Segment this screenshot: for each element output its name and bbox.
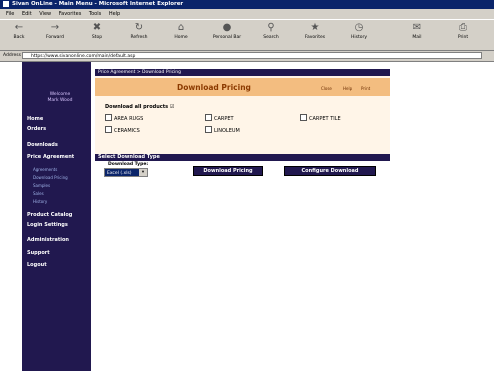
breadcrumb: Price Agreement > Download Pricing	[95, 69, 390, 76]
home-icon: ⌂	[177, 22, 185, 33]
ie-logo-icon	[3, 1, 9, 7]
download-type-value: Excel (.xls)	[107, 171, 132, 176]
download-all-products-label: Download all products ☑	[105, 104, 175, 110]
forward-arrow-icon: →	[50, 22, 60, 33]
nav-downloads[interactable]: Downloads	[27, 142, 58, 148]
nav-price-agreement[interactable]: Price Agreement	[27, 154, 74, 160]
back-arrow-icon: ←	[14, 22, 24, 33]
print-icon: ⎙	[459, 22, 467, 33]
menu-tools[interactable]: Tools	[89, 11, 101, 17]
stop-button[interactable]: ✖ Stop	[80, 22, 114, 48]
window-title: Sivan OnLine - Main Menu - Microsoft Int…	[12, 1, 184, 7]
user-name: Mark Wood	[47, 98, 73, 103]
sidebar: Welcome Mark Wood Home Orders Downloads …	[22, 62, 91, 371]
browser-toolbar: ← Back → Forward ✖ Stop ↻ Refresh ⌂ Home ● Per…	[0, 19, 494, 51]
menu-edit[interactable]: Edit	[22, 11, 32, 17]
checkbox-icon	[205, 114, 212, 121]
subnav-sales[interactable]: Sales	[33, 191, 44, 196]
nav-orders[interactable]: Orders	[27, 126, 46, 132]
checkbox-icon	[105, 114, 112, 121]
download-type-select[interactable]: Excel (.xls) ▾	[104, 168, 148, 177]
address-label: Address	[3, 53, 21, 58]
subnav-download-pricing[interactable]: Download Pricing	[33, 175, 68, 180]
help-link[interactable]: Help	[343, 86, 352, 91]
download-pricing-button[interactable]: Download Pricing	[193, 166, 263, 176]
home-button[interactable]: ⌂ Home	[164, 22, 198, 48]
close-link[interactable]: Close	[321, 86, 332, 91]
download-pricing-panel: Download Pricing Close Help Print Downlo…	[95, 76, 390, 156]
search-icon: ⚲	[267, 22, 275, 33]
product-checkbox-ceramics[interactable]: CERAMICS	[105, 126, 140, 134]
search-button[interactable]: ⚲ Search	[254, 22, 288, 48]
checkbox-icon	[105, 126, 112, 133]
nav-product-catalog[interactable]: Product Catalog	[27, 212, 72, 218]
menu-bar: File Edit View Favorites Tools Help	[0, 10, 494, 18]
stop-icon: ✖	[92, 22, 102, 33]
chevron-down-icon: ▾	[139, 169, 147, 176]
page-viewport: Welcome Mark Wood Home Orders Downloads …	[0, 62, 494, 371]
checkbox-icon	[300, 114, 307, 121]
menu-view[interactable]: View	[39, 11, 51, 17]
select-download-type-header: Select Download Type	[95, 154, 390, 161]
panel-header: Download Pricing Close Help Print	[95, 78, 390, 96]
window-titlebar: Sivan OnLine - Main Menu - Microsoft Int…	[0, 0, 494, 9]
nav-home[interactable]: Home	[27, 116, 43, 122]
history-button[interactable]: ◷ History	[342, 22, 376, 48]
menu-help[interactable]: Help	[109, 11, 120, 17]
product-checkbox-carpet-tile[interactable]: CARPET TILE	[300, 114, 341, 122]
download-type-label: Download Type:	[108, 162, 149, 167]
refresh-icon: ↻	[134, 22, 144, 33]
product-checkbox-area-rugs[interactable]: AREA RUGS	[105, 114, 143, 122]
personal-bar-icon: ●	[222, 22, 232, 33]
print-button[interactable]: ⎙ Print	[446, 22, 480, 48]
history-icon: ◷	[354, 22, 364, 33]
nav-support[interactable]: Support	[27, 250, 50, 256]
subnav-samples[interactable]: Samples	[33, 183, 50, 188]
address-input[interactable]: https://www.sivanonline.com/main/default…	[22, 52, 482, 59]
subnav-history[interactable]: History	[33, 199, 47, 204]
configure-download-button[interactable]: Configure Download	[284, 166, 376, 176]
welcome-greeting: Welcome Mark Wood	[36, 92, 84, 104]
product-checkbox-linoleum[interactable]: LINOLEUM	[205, 126, 240, 134]
menu-file[interactable]: File	[6, 11, 14, 17]
favorites-icon: ★	[310, 22, 320, 33]
product-checkbox-carpet[interactable]: CARPET	[205, 114, 234, 122]
nav-administration[interactable]: Administration	[27, 237, 69, 243]
page-title: Download Pricing	[177, 83, 251, 92]
nav-login-settings[interactable]: Login Settings	[27, 222, 68, 228]
forward-button[interactable]: → Forward	[38, 22, 72, 48]
checkbox-icon	[205, 126, 212, 133]
refresh-button[interactable]: ↻ Refresh	[122, 22, 156, 48]
personal-bar-button[interactable]: ● Personal Bar	[210, 22, 244, 48]
address-bar: Address https://www.sivanonline.com/main…	[0, 51, 494, 62]
mail-icon: ✉	[412, 22, 422, 33]
mail-button[interactable]: ✉ Mail	[400, 22, 434, 48]
favorites-button[interactable]: ★ Favorites	[298, 22, 332, 48]
menu-favorites[interactable]: Favorites	[59, 11, 82, 17]
subnav-agreements[interactable]: Agreements	[33, 167, 57, 172]
print-link[interactable]: Print	[361, 86, 370, 91]
nav-logout[interactable]: Logout	[27, 262, 47, 268]
all-products-checkbox[interactable]: ☑	[170, 104, 174, 110]
back-button[interactable]: ← Back	[2, 22, 36, 48]
